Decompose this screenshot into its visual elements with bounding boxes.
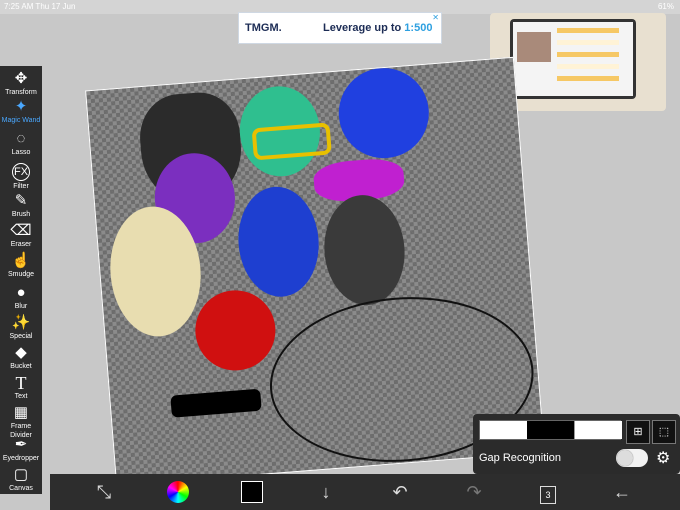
filter-fx-icon: FX xyxy=(12,163,30,181)
ad-brand: TMGM. xyxy=(245,22,282,34)
blur-drop-icon: ● xyxy=(16,284,26,301)
fill-mode-option-1[interactable] xyxy=(480,421,527,439)
fill-mode-option-2[interactable] xyxy=(527,421,574,439)
eyedropper-icon: ✒ xyxy=(14,436,28,453)
special-wand-icon: ✨ xyxy=(11,314,31,331)
tool-text[interactable]: T Text xyxy=(0,374,42,401)
character-blue-top xyxy=(335,64,433,162)
tool-eyedropper[interactable]: ✒ Eyedropper xyxy=(0,436,42,463)
tool-blur[interactable]: ● Blur xyxy=(0,284,42,311)
ad-banner[interactable]: TMGM. Leverage up to 1:500 ✕ xyxy=(238,12,442,44)
undo-icon[interactable]: ↶ xyxy=(388,480,412,504)
current-color-swatch[interactable] xyxy=(240,480,264,504)
gear-icon[interactable]: ⚙ xyxy=(656,448,670,468)
fill-mode-selector xyxy=(479,420,622,440)
gap-recognition-panel: ⊞ ⬚ Gap Recognition ⚙ xyxy=(473,414,680,474)
character-red-mask xyxy=(192,287,279,374)
redo-icon[interactable]: ↷ xyxy=(462,480,486,504)
reference-screen xyxy=(510,19,636,99)
tool-transform[interactable]: ✥ Transform xyxy=(0,70,42,97)
tool-frame-divider[interactable]: ▦ Frame Divider xyxy=(0,404,42,440)
move-icon: ✥ xyxy=(14,70,28,87)
character-sunglasses xyxy=(170,388,262,418)
arrow-down-icon[interactable]: ↓ xyxy=(314,480,338,504)
tool-smudge[interactable]: ☝ Smudge xyxy=(0,252,42,279)
layers-icon[interactable]: 3 xyxy=(536,480,560,504)
tool-filter[interactable]: FX Filter xyxy=(0,162,42,191)
tool-special[interactable]: ✨ Special xyxy=(0,314,42,341)
smudge-icon: ☝ xyxy=(11,252,31,269)
ad-highlight: 1:500 xyxy=(404,22,433,34)
ad-close-icon[interactable]: ✕ xyxy=(432,13,439,22)
magic-wand-icon: ✦ xyxy=(14,98,28,115)
tool-magic-wand[interactable]: ✦ Magic Wand xyxy=(0,98,42,125)
layers-count: 3 xyxy=(540,486,556,504)
toggle-knob xyxy=(617,450,633,466)
lasso-icon: ◌ xyxy=(16,130,26,147)
character-yellow-glasses xyxy=(251,122,332,161)
tool-sidebar: ✥ Transform ✦ Magic Wand ◌ Lasso FX Filter ✎… xyxy=(0,66,42,494)
brush-icon: ✎ xyxy=(14,192,28,209)
back-arrow-icon[interactable]: ← xyxy=(610,480,634,504)
deselect-mode-icon[interactable]: ⬚ xyxy=(652,420,676,444)
tool-bucket[interactable]: ◆ Bucket xyxy=(0,344,42,371)
eraser-icon: ⌫ xyxy=(10,222,32,239)
status-time-date: 7:25 AM Thu 17 Jun xyxy=(4,2,76,11)
gap-recognition-toggle[interactable] xyxy=(616,449,648,467)
tool-canvas[interactable]: ▢ Canvas xyxy=(0,466,42,493)
status-battery: 61% xyxy=(657,2,674,11)
color-wheel-icon[interactable] xyxy=(166,480,190,504)
character-dark-center xyxy=(320,192,409,309)
gap-recognition-label: Gap Recognition xyxy=(479,452,561,464)
swap-tool-icon[interactable]: ⤡ xyxy=(92,480,116,504)
canvas-icon: ▢ xyxy=(13,466,29,483)
select-mode-icon[interactable]: ⊞ xyxy=(626,420,650,444)
ad-text: Leverage up to 1:500 xyxy=(323,22,433,34)
bottom-toolbar: ⤡ ↓ ↶ ↷ 3 ← xyxy=(50,474,680,510)
tool-eraser[interactable]: ⌫ Eraser xyxy=(0,222,42,249)
frame-divider-icon: ▦ xyxy=(13,404,29,421)
tool-brush[interactable]: ✎ Brush xyxy=(0,192,42,219)
fill-mode-option-3[interactable] xyxy=(574,421,622,439)
bucket-icon: ◆ xyxy=(15,344,27,361)
text-icon: T xyxy=(15,373,27,393)
tool-lasso[interactable]: ◌ Lasso xyxy=(0,130,42,157)
reference-photo xyxy=(517,32,551,62)
character-blue-middle xyxy=(234,183,323,300)
